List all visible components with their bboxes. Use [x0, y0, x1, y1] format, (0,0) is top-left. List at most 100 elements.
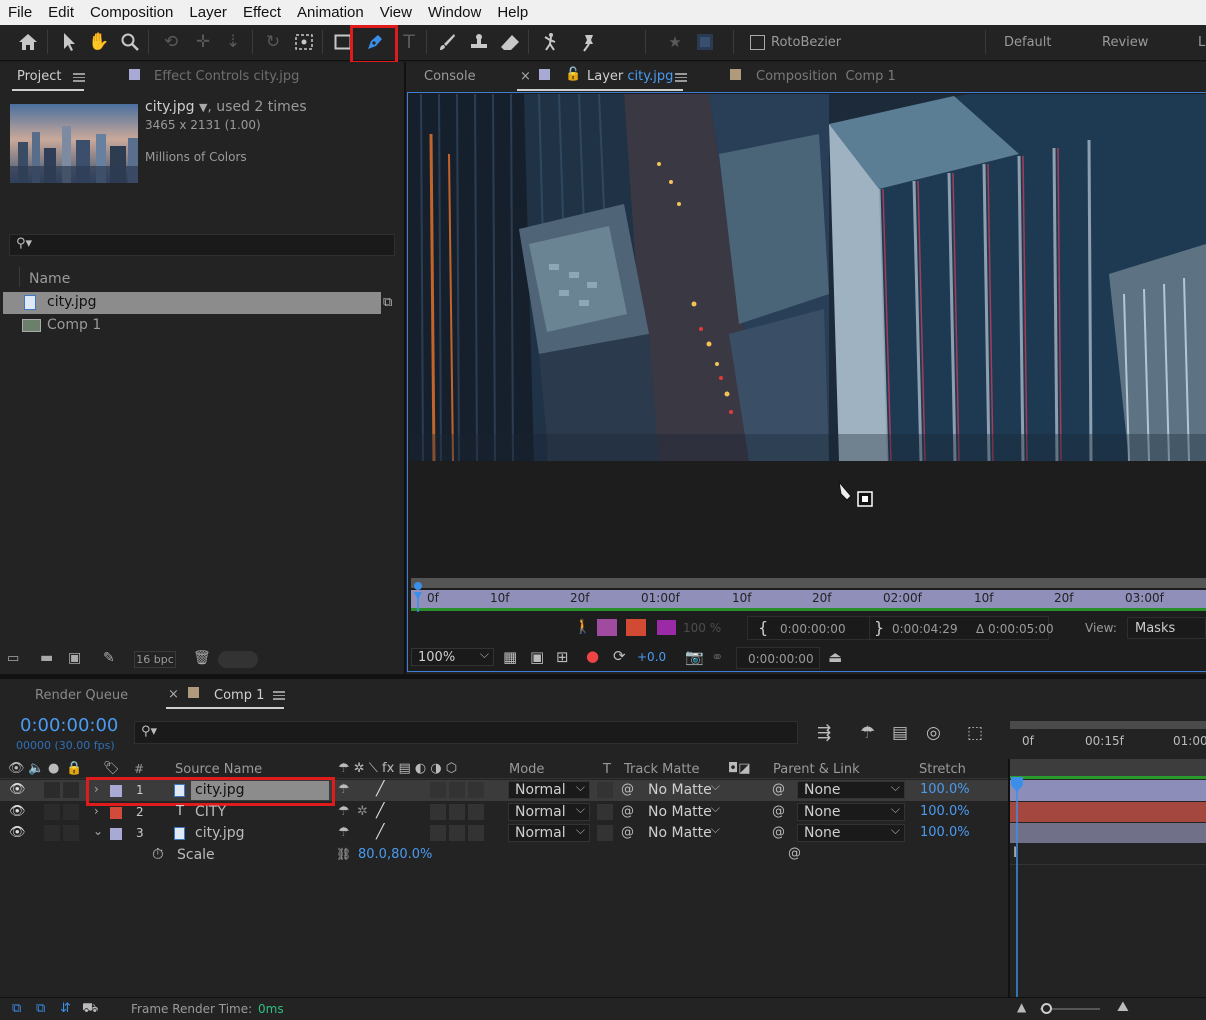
- close-tab-icon[interactable]: ×: [168, 687, 179, 702]
- tab-render-queue[interactable]: Render Queue: [35, 688, 128, 703]
- column-parent-link[interactable]: Parent & Link: [773, 762, 860, 777]
- label-tag-icon[interactable]: 🏷: [103, 761, 120, 776]
- snapping-icon[interactable]: [694, 31, 716, 53]
- layer-bar-2[interactable]: [1010, 802, 1206, 822]
- zoom-dropdown[interactable]: 100%: [411, 647, 494, 666]
- eye-icon[interactable]: 👁: [9, 825, 26, 840]
- layer-image[interactable]: [409, 94, 1206, 461]
- current-time-field[interactable]: 0:00:00:00: [736, 647, 820, 669]
- menu-composition[interactable]: Composition: [82, 4, 181, 21]
- comp-mini-flowchart-icon[interactable]: ⇶: [817, 723, 831, 743]
- clone-stamp-tool-icon[interactable]: [468, 31, 490, 53]
- current-timecode[interactable]: 0:00:00:00: [20, 715, 118, 736]
- selection-tool-icon[interactable]: [58, 31, 80, 53]
- solo-switch-icon[interactable]: ●: [48, 761, 59, 776]
- collapse-chevron-icon[interactable]: ⌄: [93, 824, 103, 838]
- tab-layer[interactable]: Layer city.jpg: [587, 69, 673, 84]
- shy-layers-icon[interactable]: ☂: [860, 723, 875, 743]
- close-tab-icon[interactable]: ×: [520, 69, 531, 84]
- quality-switch-icon[interactable]: ╱: [376, 803, 384, 819]
- layer-stretch[interactable]: 100.0%: [920, 782, 970, 797]
- menu-view[interactable]: View: [372, 4, 420, 21]
- menu-effect[interactable]: Effect: [235, 4, 289, 21]
- bpc-button[interactable]: 16 bpc: [134, 651, 176, 668]
- star-icon[interactable]: ★: [664, 31, 686, 53]
- layer-name[interactable]: CITY: [195, 804, 226, 820]
- layer-time-navigator[interactable]: [411, 578, 1206, 588]
- track-matte-dropdown[interactable]: No Matte: [642, 801, 724, 821]
- column-t[interactable]: T: [603, 762, 611, 777]
- blend-mode-dropdown[interactable]: Normal: [508, 823, 590, 842]
- layer-label-color[interactable]: [110, 807, 122, 819]
- color-swatch[interactable]: [657, 620, 676, 635]
- home-icon[interactable]: [17, 31, 39, 53]
- current-time-indicator[interactable]: [413, 582, 423, 612]
- video-switch-icon[interactable]: 👁: [8, 761, 25, 776]
- shy-switch-icon[interactable]: ☂: [338, 782, 350, 797]
- column-stretch[interactable]: Stretch: [919, 762, 966, 777]
- layer-row[interactable]: 👁 › 2 T CITY ☂ ✲ ╱ Normal @ No Matte @ N…: [0, 801, 1008, 823]
- timeline-time-ruler[interactable]: 0f 00:15f 01:00: [1010, 729, 1206, 757]
- transparency-grid-icon[interactable]: ▦: [503, 648, 517, 666]
- column-track-matte[interactable]: Track Matte: [624, 762, 700, 777]
- motion-blur-icon[interactable]: ◎: [926, 723, 941, 743]
- layer-time-ruler[interactable]: 0f 10f 20f 01:00f 10f 20f 02:00f 10f 20f…: [411, 590, 1206, 608]
- expand-chevron-icon[interactable]: ›: [94, 804, 99, 818]
- workspace-more[interactable]: L: [1198, 35, 1205, 50]
- flowchart-icon[interactable]: ⧉: [383, 295, 392, 310]
- transfer-controls-icon[interactable]: ⧉: [36, 1001, 45, 1016]
- blend-mode-dropdown[interactable]: Normal: [508, 780, 590, 799]
- menu-help[interactable]: Help: [489, 4, 536, 21]
- property-scale-value[interactable]: 80.0,80.0%: [358, 847, 432, 862]
- frame-blending-icon[interactable]: ▤: [892, 723, 908, 743]
- parent-pick-whip-icon[interactable]: @: [772, 782, 785, 797]
- shy-switch-icon[interactable]: ☂: [338, 825, 350, 840]
- blend-mode-dropdown[interactable]: Normal: [508, 802, 590, 821]
- orbit-camera-icon[interactable]: ⟲: [160, 31, 182, 53]
- tab-composition[interactable]: Composition Comp 1: [756, 69, 896, 84]
- timeline-search-input[interactable]: ⚲▾: [134, 721, 798, 744]
- zoom-out-icon[interactable]: ▲: [1017, 1000, 1026, 1014]
- dolly-camera-icon[interactable]: ⇣: [222, 31, 244, 53]
- mask-visibility-icon[interactable]: ▣: [530, 648, 544, 666]
- project-menu-icon[interactable]: [73, 73, 85, 82]
- project-item-row[interactable]: city.jpg: [3, 292, 381, 314]
- project-search-input[interactable]: ⚲▾: [9, 234, 395, 256]
- hand-tool-icon[interactable]: ✋: [88, 31, 110, 53]
- quality-switch-icon[interactable]: ╱: [376, 781, 384, 797]
- timeline-current-time-indicator[interactable]: [1010, 721, 1024, 997]
- view-dropdown[interactable]: Masks: [1127, 617, 1206, 639]
- timeline-navigator[interactable]: [1010, 721, 1206, 729]
- layer-stretch[interactable]: 100.0%: [920, 825, 970, 840]
- quality-switch-icon[interactable]: ╱: [376, 824, 384, 840]
- layer-label-color[interactable]: [110, 828, 122, 840]
- viewer-menu-icon[interactable]: [675, 73, 687, 82]
- rotobezier-checkbox[interactable]: [750, 35, 765, 50]
- menu-edit[interactable]: Edit: [40, 4, 82, 21]
- column-number[interactable]: #: [134, 762, 144, 776]
- tab-comp-1[interactable]: Comp 1: [214, 688, 264, 703]
- audio-switch-icon[interactable]: 🔈: [28, 761, 44, 776]
- in-point-field[interactable]: { 0:00:00:00: [747, 616, 872, 640]
- pan-camera-icon[interactable]: ✛: [192, 31, 214, 53]
- track-matte-dropdown[interactable]: No Matte: [642, 779, 724, 799]
- reset-exposure-icon[interactable]: ⟳: [613, 647, 626, 665]
- layer-bar-3[interactable]: [1010, 823, 1206, 843]
- workspace-default[interactable]: Default: [1004, 35, 1052, 50]
- workspace-review[interactable]: Review: [1102, 35, 1148, 50]
- new-folder-icon[interactable]: ▬: [40, 650, 53, 666]
- layer-stretch[interactable]: 100.0%: [920, 804, 970, 819]
- stopwatch-icon[interactable]: ⏱: [152, 845, 164, 863]
- track-matte-dropdown[interactable]: No Matte: [642, 822, 724, 842]
- out-point-field[interactable]: } 0:00:04:29 Δ 0:00:05:00: [869, 616, 1054, 640]
- zoom-tool-icon[interactable]: [119, 31, 141, 53]
- shy-switch-icon[interactable]: ☂: [338, 804, 350, 819]
- menu-window[interactable]: Window: [420, 4, 489, 21]
- parent-dropdown[interactable]: None: [797, 802, 905, 821]
- project-settings-icon[interactable]: ✎: [103, 650, 115, 666]
- tab-project[interactable]: Project: [17, 69, 61, 84]
- layer-bar-1[interactable]: [1010, 780, 1206, 801]
- parent-pick-whip-icon[interactable]: @: [772, 804, 785, 819]
- zoom-in-icon[interactable]: ⛰: [1117, 999, 1129, 1015]
- roto-brush-tool-icon[interactable]: [539, 31, 561, 53]
